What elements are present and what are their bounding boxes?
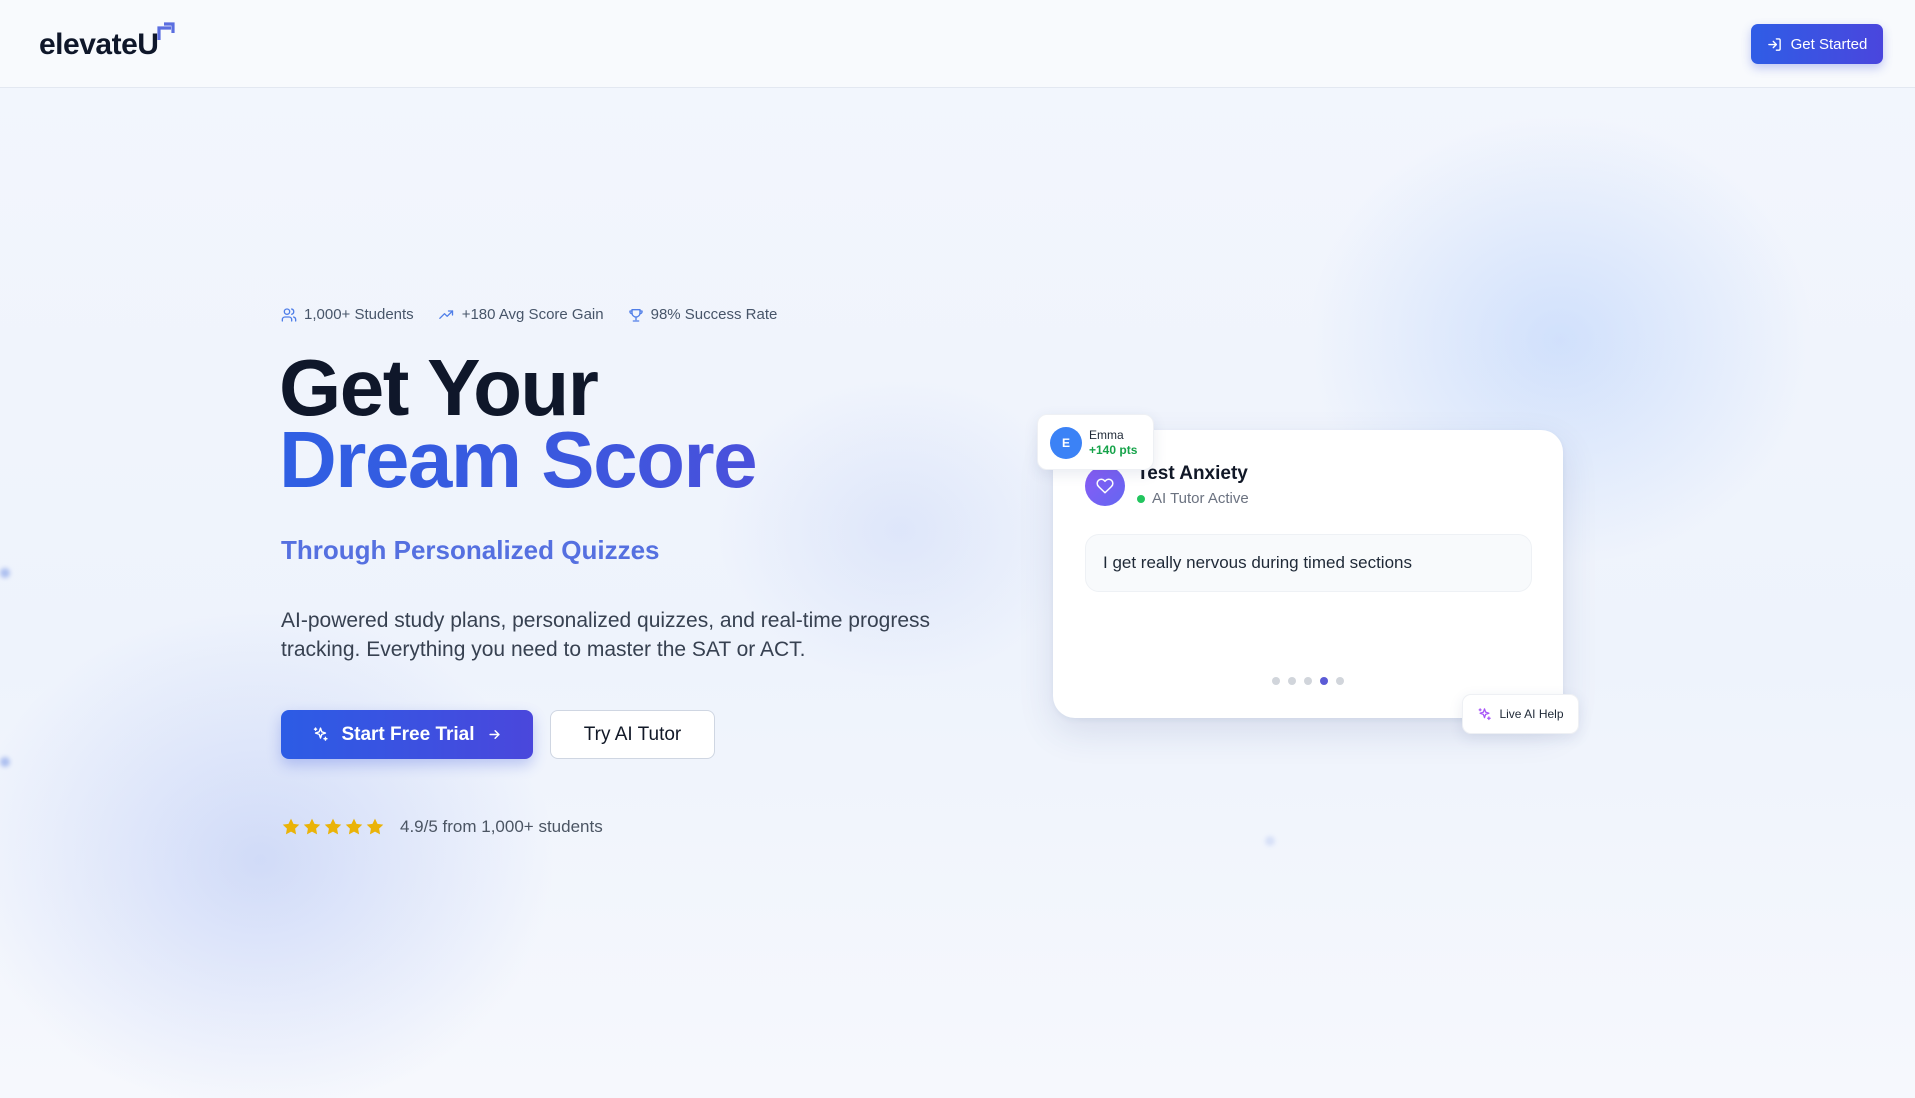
- card-status-label: AI Tutor Active: [1152, 490, 1249, 507]
- hero-description: AI-powered study plans, personalized qui…: [281, 609, 931, 661]
- heart-icon: [1096, 478, 1114, 494]
- sparkles-icon: [1479, 707, 1492, 720]
- logo-text: elevateU: [39, 28, 159, 61]
- star-icon: [324, 818, 342, 835]
- hero-subtitle: Through Personalized Quizzes: [281, 535, 660, 565]
- live-ai-help-label: Live AI Help: [1499, 707, 1564, 721]
- carousel-dots: [1272, 677, 1344, 685]
- stat-score-gain: +180 Avg Score Gain: [438, 306, 604, 323]
- sign-in-icon: [1767, 37, 1781, 51]
- card-avatar: [1085, 466, 1125, 506]
- live-ai-help-badge: Live AI Help: [1462, 694, 1579, 734]
- rating: 4.9/5 from 1,000+ students: [281, 817, 603, 837]
- sparkles-icon: [314, 727, 329, 741]
- star-rating: [281, 817, 385, 837]
- stat-label: 1,000+ Students: [304, 306, 414, 323]
- stat-students: 1,000+ Students: [281, 306, 414, 323]
- cta-row: Start Free Trial Try AI Tutor: [281, 710, 715, 759]
- star-icon: [303, 818, 321, 835]
- emma-avatar: E: [1050, 427, 1082, 459]
- arrow-right-icon: [488, 730, 500, 739]
- logo-arrow-icon: [157, 22, 176, 40]
- emma-name: Emma: [1089, 428, 1124, 442]
- trending-up-icon: [438, 309, 453, 319]
- card-title: Test Anxiety: [1137, 463, 1248, 484]
- try-ai-tutor-button[interactable]: Try AI Tutor: [550, 710, 715, 759]
- users-icon: [281, 307, 297, 322]
- carousel-dot[interactable]: [1304, 677, 1312, 685]
- stat-label: +180 Avg Score Gain: [461, 306, 604, 323]
- start-free-trial-label: Start Free Trial: [341, 723, 475, 745]
- carousel-dot[interactable]: [1336, 677, 1344, 685]
- star-icon: [282, 818, 300, 835]
- stats-row: 1,000+ Students +180 Avg Score Gain 98% …: [281, 306, 777, 323]
- carousel-dot[interactable]: [1288, 677, 1296, 685]
- get-started-label: Get Started: [1790, 35, 1868, 53]
- card-status: AI Tutor Active: [1137, 490, 1249, 507]
- ai-tutor-card: Test Anxiety AI Tutor Active I get reall…: [1053, 430, 1563, 718]
- start-free-trial-button[interactable]: Start Free Trial: [281, 710, 533, 759]
- emma-points-badge: E Emma +140 pts: [1037, 414, 1154, 470]
- star-icon: [345, 818, 363, 835]
- top-nav: elevateU Get Started: [0, 0, 1915, 88]
- decorative-speck: [0, 757, 10, 767]
- carousel-dot[interactable]: [1320, 677, 1328, 685]
- hero-title-line2: Dream Score: [279, 415, 758, 504]
- hero-title-line1: Get Your: [279, 343, 599, 432]
- stat-label: 98% Success Rate: [650, 306, 778, 323]
- hero-title: Get Your Dream Score: [279, 343, 758, 504]
- chat-message: I get really nervous during timed sectio…: [1085, 534, 1532, 592]
- trophy-icon: [628, 308, 643, 322]
- rating-text: 4.9/5 from 1,000+ students: [400, 817, 603, 836]
- carousel-dot[interactable]: [1272, 677, 1280, 685]
- logo[interactable]: elevateU: [39, 22, 176, 62]
- emma-points: +140 pts: [1089, 443, 1138, 457]
- decorative-speck: [0, 568, 10, 578]
- get-started-button[interactable]: Get Started: [1751, 24, 1883, 64]
- star-icon: [366, 818, 384, 835]
- online-status-dot: [1137, 494, 1145, 503]
- decorative-speck: [1265, 836, 1275, 846]
- stat-success-rate: 98% Success Rate: [628, 306, 778, 323]
